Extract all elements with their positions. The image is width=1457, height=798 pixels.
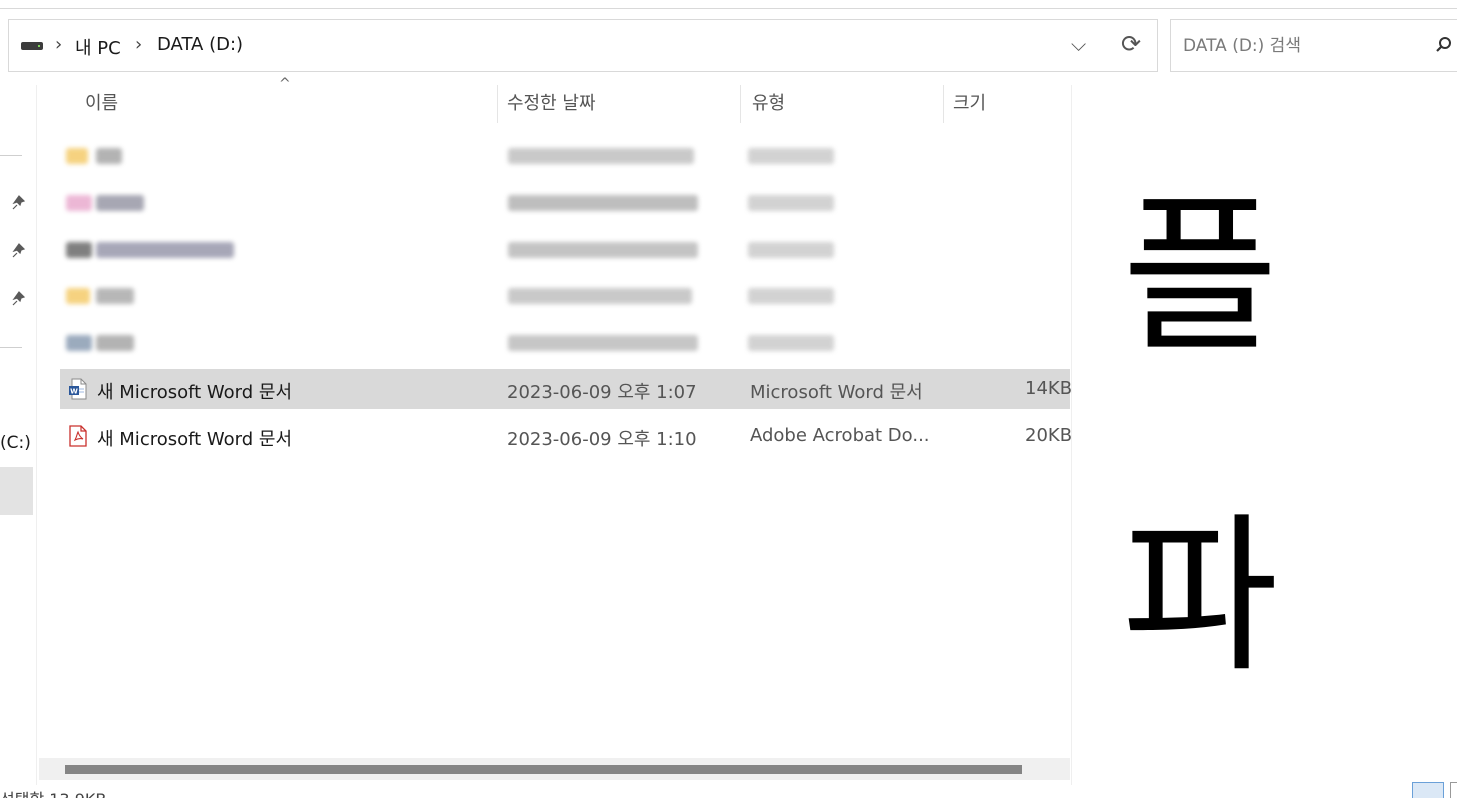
file-row-word-document[interactable]: W 새 Microsoft Word 문서 2023-06-09 오후 1:07…: [60, 369, 1073, 409]
list-item-obscured[interactable]: [60, 182, 1070, 222]
column-separator[interactable]: [740, 85, 741, 123]
file-name: 새 Microsoft Word 문서: [97, 382, 293, 403]
horizontal-scrollbar-thumb[interactable]: [65, 765, 1022, 774]
file-modified-date: 2023-06-09 오후 1:10: [507, 429, 697, 450]
breadcrumb-separator-icon[interactable]: ›: [55, 34, 62, 55]
obscured-date: [508, 242, 698, 258]
word-document-icon: W: [69, 378, 87, 400]
column-header-type[interactable]: 유형: [752, 89, 785, 115]
obscured-name: [96, 335, 134, 351]
breadcrumb-this-pc[interactable]: 내 PC: [75, 34, 121, 60]
obscured-type: [748, 242, 834, 258]
search-input[interactable]: [1183, 32, 1423, 60]
column-separator[interactable]: [943, 85, 944, 123]
folder-icon: [66, 148, 88, 164]
obscured-name: [96, 288, 134, 304]
list-item-obscured[interactable]: [60, 275, 1070, 315]
pin-icon[interactable]: [10, 242, 28, 260]
file-size: 14KB: [1025, 378, 1073, 399]
breadcrumb-separator-icon[interactable]: ›: [135, 34, 142, 55]
obscured-date: [508, 288, 692, 304]
obscured-name: [96, 242, 234, 258]
breadcrumb-data-drive[interactable]: DATA (D:): [157, 34, 243, 55]
file-row-pdf-document[interactable]: 새 Microsoft Word 문서 2023-06-09 오후 1:10 A…: [60, 416, 1073, 456]
column-header-modified[interactable]: 수정한 날짜: [507, 89, 596, 115]
refresh-icon[interactable]: ⟳: [1121, 30, 1141, 58]
obscured-name: [96, 195, 144, 211]
nav-item-drive-c[interactable]: (C:): [0, 433, 31, 453]
pin-icon[interactable]: [10, 290, 28, 308]
list-item-obscured[interactable]: [60, 322, 1070, 362]
obscured-date: [508, 195, 698, 211]
nav-divider: [0, 155, 22, 156]
pin-icon[interactable]: [10, 194, 28, 212]
svg-text:W: W: [70, 387, 78, 395]
preview-text: 파: [1122, 498, 1279, 696]
preview-text: 플: [1122, 178, 1279, 376]
folder-icon: [66, 335, 92, 351]
column-separator[interactable]: [497, 85, 498, 123]
chevron-down-icon[interactable]: ⌵: [1071, 32, 1086, 56]
status-selection: 선택함 13.9KB: [0, 786, 106, 798]
obscured-type: [748, 335, 834, 351]
column-header-size[interactable]: 크기: [953, 89, 986, 115]
address-bar[interactable]: › 내 PC › DATA (D:) ⌵ ⟳: [8, 19, 1158, 72]
file-type: Microsoft Word 문서: [750, 382, 923, 403]
file-size: 20KB: [1025, 425, 1073, 446]
details-view-button[interactable]: [1412, 782, 1444, 798]
nav-item-selected[interactable]: [0, 467, 33, 515]
thumbnail-view-button[interactable]: [1450, 782, 1457, 798]
obscured-type: [748, 195, 834, 211]
column-header-name[interactable]: 이름: [85, 89, 118, 115]
obscured-type: [748, 148, 834, 164]
obscured-date: [508, 148, 694, 164]
nav-pane-border: [36, 85, 37, 785]
window-top-border: [0, 8, 1457, 9]
obscured-name: [96, 148, 122, 164]
obscured-type: [748, 288, 834, 304]
pdf-document-icon: [69, 425, 87, 447]
sort-ascending-icon: ^: [279, 76, 291, 92]
folder-icon: [66, 195, 92, 211]
file-type: Adobe Acrobat Do...: [750, 425, 930, 446]
folder-icon: [66, 288, 90, 304]
file-name: 새 Microsoft Word 문서: [97, 429, 293, 450]
list-item-obscured[interactable]: [60, 229, 1070, 269]
search-icon[interactable]: [1435, 36, 1453, 54]
preview-pane-border: [1071, 85, 1072, 785]
folder-icon: [66, 242, 92, 258]
drive-icon: [21, 42, 43, 50]
obscured-date: [508, 335, 698, 351]
nav-divider: [0, 347, 22, 348]
list-item-obscured[interactable]: [60, 135, 1070, 175]
file-modified-date: 2023-06-09 오후 1:07: [507, 382, 697, 403]
search-box[interactable]: [1170, 19, 1457, 72]
